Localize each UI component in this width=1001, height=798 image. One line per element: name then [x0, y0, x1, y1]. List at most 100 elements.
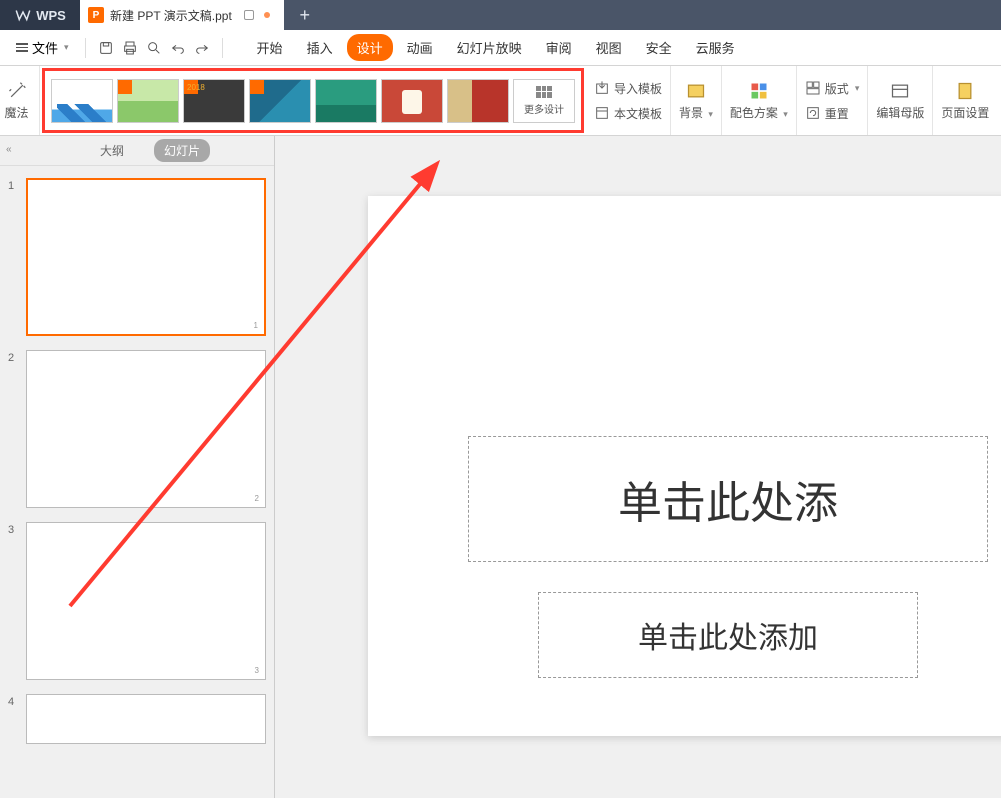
- import-template-label: 导入模板: [614, 80, 662, 97]
- tab-animation[interactable]: 动画: [397, 34, 443, 61]
- file-label: 文件: [32, 38, 58, 57]
- grid-icon: [536, 86, 552, 98]
- tab-design[interactable]: 设计: [347, 34, 393, 61]
- more-designs-button[interactable]: 更多设计: [513, 79, 575, 123]
- new-tab-button[interactable]: +: [290, 0, 320, 30]
- edit-master-group[interactable]: 编辑母版: [868, 66, 933, 135]
- slide-number: 2: [8, 350, 26, 508]
- page-setup-label: 页面设置: [941, 104, 989, 121]
- template-thumb-4[interactable]: [249, 79, 311, 123]
- menu-bar: 文件 ▾ 开始 插入 设计 动画 幻灯片放映 审阅 视图 安全 云服务: [0, 30, 1001, 66]
- slide-canvas[interactable]: 单击此处添 单击此处添加: [368, 196, 1001, 736]
- template-thumb-2[interactable]: [117, 79, 179, 123]
- color-scheme-icon: [748, 80, 770, 102]
- this-template-button[interactable]: 本文模板: [594, 103, 662, 124]
- slide-number: 4: [8, 694, 26, 744]
- document-name: 新建 PPT 演示文稿.ppt: [110, 7, 232, 24]
- layout-reset-group: 版式 ▾ 重置: [797, 66, 869, 135]
- layout-button[interactable]: 版式 ▾: [805, 78, 860, 99]
- this-template-label: 本文模板: [614, 105, 662, 122]
- title-bar: WPS P 新建 PPT 演示文稿.ppt +: [0, 0, 1001, 30]
- background-icon: [685, 80, 707, 102]
- fire-badge-icon: [118, 80, 132, 94]
- workspace: « 大纲 幻灯片 1 1 2 2 3 3 4 单击此处: [0, 136, 1001, 798]
- ribbon: 魔法 2018 更多设计 导入模板 本文模板 背景 ▾ 配色方案 ▾: [0, 66, 1001, 136]
- import-icon: [594, 80, 610, 96]
- template-import-group: 导入模板 本文模板: [586, 66, 671, 135]
- reset-icon: [805, 105, 821, 121]
- slide-number: 3: [8, 522, 26, 680]
- window-indicator-icon[interactable]: [244, 10, 254, 20]
- template-icon: [594, 105, 610, 121]
- slide-thumbnail[interactable]: [26, 694, 266, 744]
- color-scheme-group[interactable]: 配色方案 ▾: [722, 66, 797, 135]
- tab-slideshow[interactable]: 幻灯片放映: [447, 34, 532, 61]
- file-menu-button[interactable]: 文件 ▾: [10, 38, 75, 57]
- tab-start[interactable]: 开始: [247, 34, 293, 61]
- slide-thumbnail[interactable]: 3: [26, 522, 266, 680]
- layout-icon: [805, 80, 821, 96]
- edit-master-label: 编辑母版: [876, 104, 924, 121]
- print-preview-icon[interactable]: [144, 38, 164, 58]
- template-thumb-5[interactable]: [315, 79, 377, 123]
- document-tab[interactable]: P 新建 PPT 演示文稿.ppt: [80, 0, 284, 30]
- slide-thumbnail[interactable]: 2: [26, 350, 266, 508]
- caret-down-icon: ▾: [64, 42, 69, 53]
- slide-item[interactable]: 1 1: [8, 178, 266, 336]
- title-placeholder[interactable]: 单击此处添: [468, 436, 988, 562]
- panel-header: « 大纲 幻灯片: [0, 136, 274, 166]
- template-thumb-6[interactable]: [381, 79, 443, 123]
- slide-number: 1: [8, 178, 26, 336]
- app-name: WPS: [36, 8, 66, 23]
- slide-thumbnail[interactable]: 1: [26, 178, 266, 336]
- template-thumb-1[interactable]: [51, 79, 113, 123]
- layout-label: 版式: [825, 80, 849, 97]
- magic-label: 魔法: [4, 104, 28, 121]
- slide-item[interactable]: 3 3: [8, 522, 266, 680]
- slide-panel: « 大纲 幻灯片 1 1 2 2 3 3 4: [0, 136, 275, 798]
- divider: [222, 38, 223, 58]
- reset-button[interactable]: 重置: [805, 103, 860, 124]
- slide-item[interactable]: 2 2: [8, 350, 266, 508]
- save-icon[interactable]: [96, 38, 116, 58]
- tab-review[interactable]: 审阅: [536, 34, 582, 61]
- editor-area[interactable]: 单击此处添 单击此处添加: [275, 136, 1001, 798]
- undo-icon[interactable]: [168, 38, 188, 58]
- wps-logo[interactable]: WPS: [0, 0, 80, 30]
- collapse-panel-icon[interactable]: «: [6, 144, 12, 155]
- tab-security[interactable]: 安全: [636, 34, 682, 61]
- more-designs-label: 更多设计: [524, 101, 564, 116]
- tab-view[interactable]: 视图: [586, 34, 632, 61]
- magic-group[interactable]: 魔法: [0, 66, 40, 135]
- outline-tab[interactable]: 大纲: [90, 139, 134, 162]
- thumb-page-number: 1: [254, 321, 258, 330]
- wps-icon: [14, 6, 32, 24]
- magic-wand-icon: [6, 80, 28, 102]
- background-label: 背景 ▾: [679, 104, 713, 121]
- slide-item[interactable]: 4: [8, 694, 266, 744]
- status-dot-icon: [264, 12, 270, 18]
- slides-tab[interactable]: 幻灯片: [154, 139, 210, 162]
- template-gallery: 2018 更多设计: [42, 68, 584, 133]
- page-setup-group[interactable]: 页面设置: [933, 66, 997, 135]
- thumb-page-number: 3: [255, 666, 259, 675]
- divider: [85, 38, 86, 58]
- thumb-page-number: 2: [255, 494, 259, 503]
- tab-cloud[interactable]: 云服务: [686, 34, 745, 61]
- page-setup-icon: [954, 80, 976, 102]
- reset-label: 重置: [825, 105, 849, 122]
- import-template-button[interactable]: 导入模板: [594, 78, 662, 99]
- hamburger-icon: [16, 43, 28, 52]
- subtitle-placeholder[interactable]: 单击此处添加: [538, 592, 918, 678]
- edit-master-icon: [889, 80, 911, 102]
- print-icon[interactable]: [120, 38, 140, 58]
- template-thumb-7[interactable]: [447, 79, 509, 123]
- color-scheme-label: 配色方案 ▾: [730, 104, 788, 121]
- template-thumb-3[interactable]: 2018: [183, 79, 245, 123]
- fire-badge-icon: [250, 80, 264, 94]
- redo-icon[interactable]: [192, 38, 212, 58]
- background-group[interactable]: 背景 ▾: [671, 66, 722, 135]
- slide-list[interactable]: 1 1 2 2 3 3 4: [0, 166, 274, 798]
- tab-insert[interactable]: 插入: [297, 34, 343, 61]
- ppt-file-icon: P: [88, 7, 104, 23]
